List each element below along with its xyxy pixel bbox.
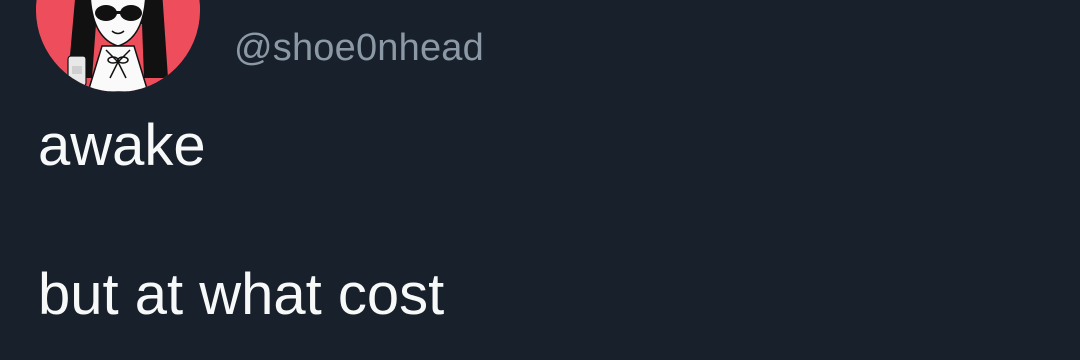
tweet-card: @shoe0nhead awake but at what cost [0, 0, 1080, 360]
tweet-text-line: but at what cost [38, 262, 445, 327]
author-handle[interactable]: @shoe0nhead [234, 26, 484, 70]
author-avatar[interactable] [36, 0, 200, 92]
tweet-text-line: awake [38, 113, 206, 178]
tweet-body: awake but at what cost [38, 112, 1038, 329]
anime-girl-avatar-icon [36, 0, 200, 92]
